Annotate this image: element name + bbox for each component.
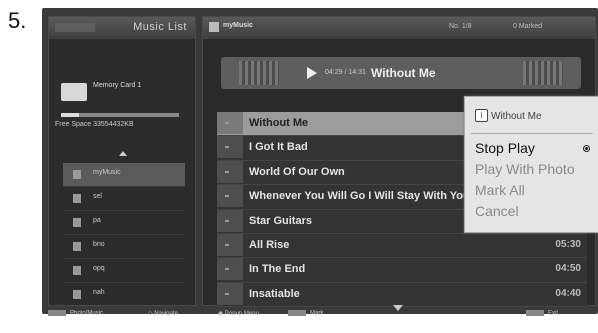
music-list-header: Music List	[49, 17, 195, 39]
folder-icon	[73, 218, 81, 227]
play-icon	[307, 67, 317, 79]
now-playing-title: Without Me	[371, 66, 436, 80]
help-exit: Exit	[548, 310, 559, 317]
folder-item[interactable]: sel	[63, 187, 185, 211]
track-title: Star Guitars	[249, 214, 312, 227]
playback-time: 04:29 / 14:31	[325, 69, 366, 76]
stop-play-option[interactable]: Stop Play	[475, 140, 535, 156]
app-name: myMusic	[223, 22, 253, 29]
folder-item[interactable]: pa	[63, 211, 185, 235]
help-photo-music: Photo/Music	[70, 310, 104, 317]
folder-icon	[73, 194, 81, 203]
selected-radio-icon	[583, 145, 590, 152]
popup-divider	[471, 133, 593, 134]
folder-list: myMusic sel pa bno opq nah	[63, 163, 185, 307]
scroll-up-icon[interactable]	[119, 151, 127, 156]
folder-icon	[73, 266, 81, 275]
free-space-label: Free Space 33554432KB	[55, 121, 134, 128]
folder-item[interactable]: opq	[63, 259, 185, 283]
photo-music-key-icon	[48, 310, 66, 316]
track-title: Without Me	[249, 117, 309, 129]
track-title: Insatiable	[249, 287, 300, 300]
equalizer-left-icon	[239, 61, 279, 85]
now-playing-bar: 04:29 / 14:31 Without Me	[221, 57, 581, 89]
track-title: Whenever You Will Go I Will Stay With Yo…	[249, 190, 470, 203]
track-number-cell	[217, 185, 243, 208]
step-number: 5.	[8, 8, 27, 33]
track-duration: 05:30	[555, 238, 581, 250]
track-row[interactable]: In The End 04:50	[217, 258, 587, 283]
help-bar: Photo/Music ◇ Navigate ◉ Popup Menu Mark…	[48, 310, 594, 322]
popup-menu: i Without Me Stop Play Play With Photo M…	[464, 96, 598, 233]
folder-icon	[73, 170, 81, 179]
track-duration: 04:40	[555, 287, 581, 299]
popup-title: Without Me	[491, 111, 542, 122]
memory-card-icon	[61, 83, 87, 101]
track-title: All Rise	[249, 238, 290, 251]
track-number-cell	[217, 233, 243, 256]
track-number-cell	[217, 160, 243, 183]
folder-item[interactable]: myMusic	[63, 163, 185, 187]
equalizer-right-icon	[523, 61, 563, 85]
page-number: No. 1/8	[449, 23, 472, 30]
exit-key-icon	[526, 310, 544, 316]
track-title: In The End	[249, 263, 306, 276]
track-duration: 04:50	[555, 263, 581, 275]
track-number-cell	[217, 282, 243, 305]
track-number-cell	[217, 136, 243, 159]
track-number-cell	[217, 258, 243, 281]
track-list-header: myMusic No. 1/8 0 Marked	[203, 17, 595, 39]
used-space-fill	[61, 113, 79, 117]
help-popup-menu: Popup Menu	[224, 311, 259, 317]
track-title: I Got It Bad	[249, 141, 308, 154]
folder-item[interactable]: nah	[63, 283, 185, 307]
folder-icon	[73, 290, 81, 299]
music-app-icon	[209, 22, 219, 32]
cancel-option[interactable]: Cancel	[475, 203, 519, 219]
folder-icon	[73, 242, 81, 251]
memory-card-label: Memory Card 1	[93, 82, 142, 89]
track-number-cell	[217, 209, 243, 232]
info-icon: i	[475, 109, 488, 122]
mark-key-icon	[288, 310, 306, 316]
track-title: World Of Our Own	[249, 165, 345, 178]
help-mark: Mark	[310, 310, 324, 317]
marked-count: 0 Marked	[513, 23, 543, 30]
music-list-panel: Music List Memory Card 1 Free Space 3355…	[48, 16, 196, 307]
music-list-title: Music List	[133, 21, 187, 33]
play-with-photo-option[interactable]: Play With Photo	[475, 161, 575, 177]
track-row[interactable]: Insatiable 04:40	[217, 282, 587, 308]
popup-menu-key-icon: ◉	[218, 311, 225, 317]
track-number-cell	[217, 112, 243, 134]
folder-item[interactable]: bno	[63, 235, 185, 259]
track-row[interactable]: All Rise 05:30	[217, 233, 587, 259]
mark-all-option[interactable]: Mark All	[475, 182, 525, 198]
help-navigate: Navigate	[154, 311, 178, 317]
